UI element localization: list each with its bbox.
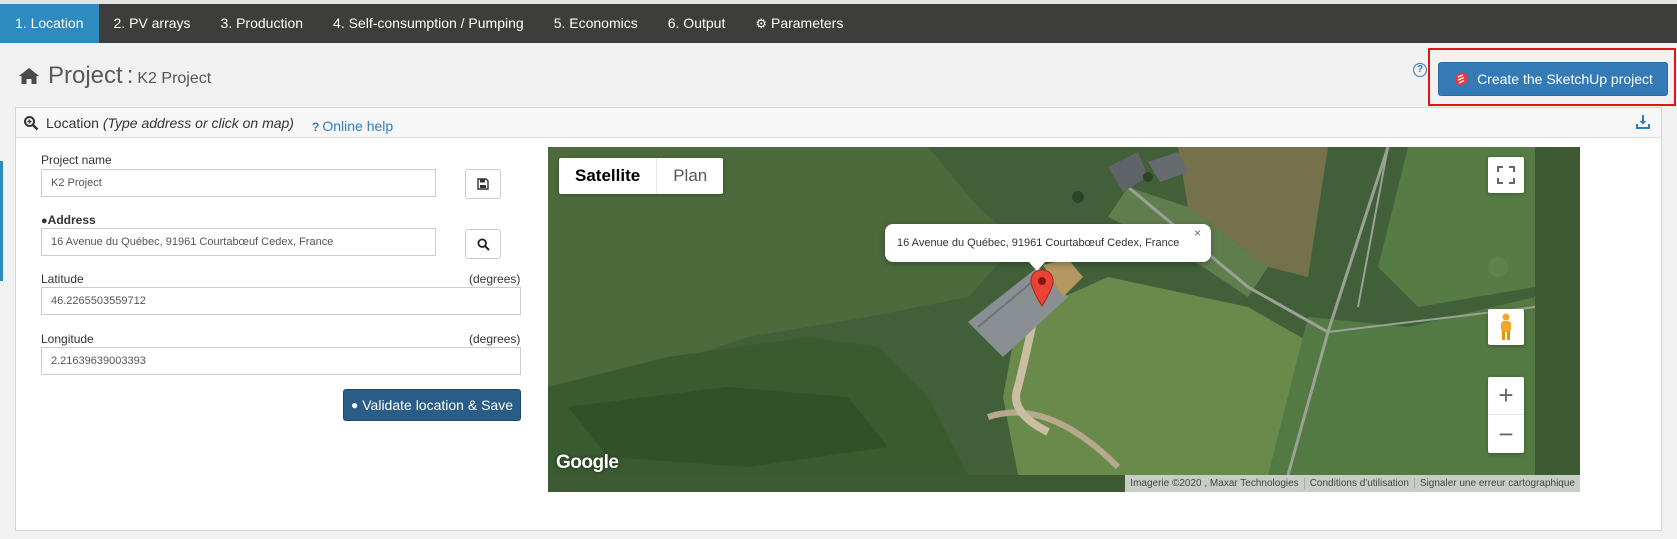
search-zoom-icon [24, 116, 39, 131]
info-window-close-icon[interactable]: × [1194, 226, 1201, 240]
home-icon [19, 68, 39, 84]
map-attribution: Imagerie ©2020 , Maxar Technologies Cond… [1125, 475, 1580, 492]
download-icon[interactable] [1635, 114, 1651, 130]
location-panel-title: Location (Type address or click on map) [46, 115, 294, 131]
fullscreen-icon [1497, 166, 1515, 184]
page-body: Project : K2 Project ? Create the Sketch… [0, 43, 1677, 539]
tab-self-consumption[interactable]: 4. Self-consumption / Pumping [318, 4, 539, 43]
tab-production[interactable]: 3. Production [206, 4, 319, 43]
left-edge-accent [0, 161, 3, 281]
project-name-label: Project name [41, 153, 112, 167]
satellite-map[interactable]: Satellite Plan 16 Avenue du Québec, 9196… [548, 147, 1580, 492]
longitude-input[interactable]: 2.21639639003393 [41, 347, 521, 375]
tab-parameters-label: Parameters [770, 15, 844, 31]
map-info-window: 16 Avenue du Québec, 91961 Courtabœuf Ce… [885, 224, 1211, 262]
sketchup-logo-icon [1455, 72, 1468, 86]
tab-output[interactable]: 6. Output [653, 4, 741, 43]
zoom-out-button[interactable]: − [1488, 415, 1524, 453]
fullscreen-button[interactable] [1488, 157, 1524, 193]
project-label: Project [48, 62, 123, 89]
location-panel: Location (Type address or click on map) … [15, 107, 1662, 531]
project-name-input[interactable]: K2 Project [41, 169, 436, 197]
location-title-text: Location [46, 115, 99, 131]
tab-bar: 1. Location 2. PV arrays 3. Production 4… [0, 4, 1677, 43]
question-icon: ? [312, 120, 320, 134]
imagery-credit: Imagerie ©2020 , Maxar Technologies [1130, 478, 1299, 489]
map-type-control: Satellite Plan [559, 158, 724, 194]
latitude-label: Latitude [41, 272, 84, 286]
page-title: Project : K2 Project [18, 62, 211, 90]
pegman-icon [1501, 313, 1511, 340]
map-type-satellite[interactable]: Satellite [559, 158, 656, 194]
google-logo: Google [556, 452, 619, 473]
map-pin-icon[interactable] [1030, 269, 1054, 307]
address-input[interactable]: 16 Avenue du Québec, 91961 Courtabœuf Ce… [41, 228, 436, 256]
create-sketchup-project-label: Create the SketchUp project [1477, 71, 1653, 87]
help-icon[interactable]: ? [1413, 63, 1427, 77]
create-sketchup-project-button[interactable]: Create the SketchUp project [1438, 62, 1668, 96]
map-marker-icon: ● [41, 215, 48, 227]
tab-location[interactable]: 1. Location [0, 4, 99, 43]
project-name-title: K2 Project [137, 70, 212, 87]
save-name-button[interactable] [465, 169, 501, 199]
terms-link[interactable]: Conditions d'utilisation [1303, 478, 1414, 489]
highlight-box: Create the SketchUp project [1428, 48, 1676, 106]
map-marker-icon: ● [351, 398, 359, 412]
floppy-icon [477, 178, 489, 190]
latitude-unit: (degrees) [469, 272, 521, 286]
longitude-unit: (degrees) [469, 332, 521, 346]
map-type-plan[interactable]: Plan [656, 158, 723, 194]
online-help-label: Online help [322, 118, 394, 134]
zoom-control: + − [1488, 377, 1524, 453]
longitude-label: Longitude [41, 332, 94, 346]
location-title-hint: (Type address or click on map) [102, 115, 294, 131]
info-window-address: 16 Avenue du Québec, 91961 Courtabœuf Ce… [897, 237, 1180, 249]
tab-economics[interactable]: 5. Economics [539, 4, 653, 43]
latitude-input[interactable]: 46.2265503559712 [41, 287, 521, 315]
street-view-button[interactable] [1488, 309, 1524, 345]
address-label-text: Address [47, 213, 96, 227]
top-navigation: 1. Location 2. PV arrays 3. Production 4… [0, 0, 1677, 43]
report-error-link[interactable]: Signaler une erreur cartographique [1413, 478, 1580, 489]
zoom-in-button[interactable]: + [1488, 377, 1524, 415]
tab-parameters[interactable]: ⚙ Parameters [740, 4, 858, 43]
gears-icon: ⚙ [755, 16, 767, 31]
satellite-imagery [548, 147, 1535, 475]
address-label: ●Address [41, 213, 96, 227]
location-panel-header: Location (Type address or click on map) … [16, 108, 1661, 138]
tab-pv-arrays[interactable]: 2. PV arrays [99, 4, 206, 43]
search-icon [476, 237, 490, 251]
search-address-button[interactable] [465, 229, 501, 259]
online-help-link[interactable]: ? Online help [312, 118, 393, 134]
validate-label: Validate location & Save [362, 397, 513, 413]
project-colon: : [126, 62, 134, 89]
validate-location-save-button[interactable]: ● Validate location & Save [343, 389, 521, 421]
